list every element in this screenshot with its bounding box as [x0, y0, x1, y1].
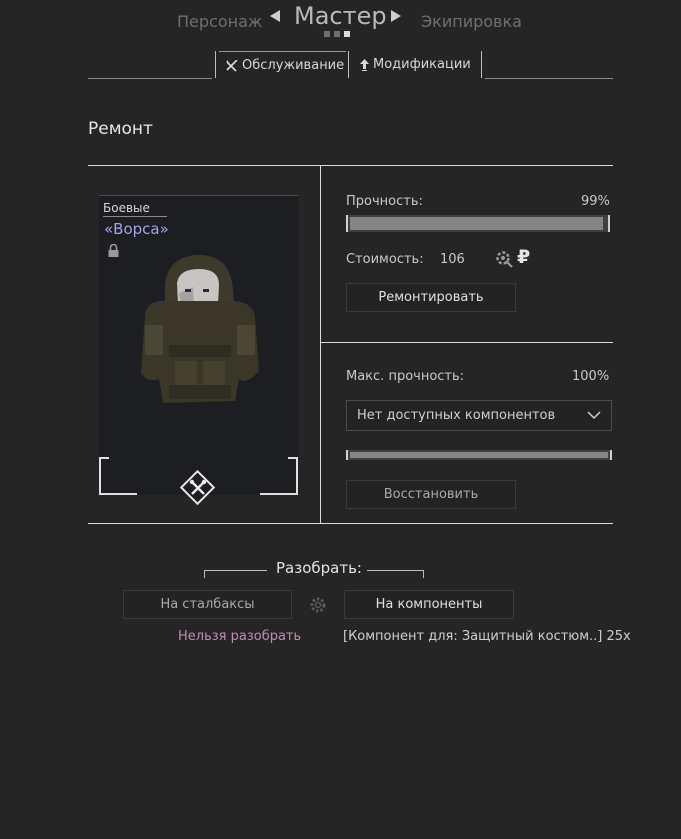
- stalbucks-button[interactable]: На сталбаксы: [123, 590, 292, 619]
- disassemble-line-left: [204, 570, 267, 571]
- repair-tools-icon: [189, 479, 207, 495]
- tab-separator: [481, 51, 482, 78]
- disassemble-tick: [423, 570, 424, 578]
- durability-bar: [346, 215, 610, 232]
- cost-label: Стоимость:: [346, 252, 424, 267]
- wrench-screwdriver-icon: [226, 59, 238, 72]
- component-select-value: Нет доступных компонентов: [357, 408, 556, 423]
- disassemble-line-right: [367, 570, 424, 571]
- item-name: «Ворса»: [104, 220, 169, 238]
- nav-current-title: Мастер: [294, 2, 387, 30]
- card-frame-notch: [101, 457, 109, 459]
- frame-top-line: [88, 165, 613, 166]
- component-info-text: [Компонент для: Защитный костюм..] 25х: [343, 629, 631, 644]
- chevron-down-icon: [587, 411, 601, 420]
- tab-separator: [215, 51, 216, 78]
- card-frame-notch: [288, 457, 296, 459]
- disassemble-title: Разобрать:: [276, 559, 362, 577]
- card-frame-bottom-left: [99, 493, 137, 495]
- armor-suit-image: [141, 254, 259, 403]
- tab-oblsluzhivanie[interactable]: Обслуживание: [219, 51, 346, 78]
- ruble-icon: ₽: [517, 246, 531, 268]
- card-frame-bottom-right: [260, 493, 298, 495]
- frame-middle-line: [321, 342, 613, 343]
- nav-prev-arrow-icon[interactable]: [270, 10, 280, 22]
- page-dot: [334, 31, 340, 37]
- tab-separator: [348, 51, 349, 78]
- nav-next-arrow-icon[interactable]: [391, 10, 401, 22]
- gear-repair-icon: [496, 251, 513, 268]
- card-top-border: [99, 195, 298, 196]
- frame-vertical-line: [320, 165, 321, 524]
- gear-icon: [310, 597, 326, 613]
- page-dot-active: [344, 31, 350, 37]
- tab-modifikacii[interactable]: Модификации: [352, 51, 478, 78]
- repair-button[interactable]: Ремонтировать: [346, 283, 516, 312]
- durability-bar-fill: [350, 217, 604, 230]
- page-dot: [324, 31, 330, 37]
- nav-personazh[interactable]: Персонаж: [177, 12, 262, 31]
- restore-button[interactable]: Восстановить: [346, 480, 516, 509]
- tab-divider-right: [485, 78, 613, 79]
- cost-value: 106: [440, 252, 465, 267]
- components-button[interactable]: На компоненты: [344, 590, 514, 619]
- durability-value: 99%: [581, 194, 610, 209]
- tab-divider-left: [88, 78, 212, 79]
- upgrade-arrow-icon: [360, 58, 369, 71]
- card-frame-left: [99, 457, 101, 495]
- max-durability-bar: [346, 450, 612, 460]
- max-durability-label: Макс. прочность:: [346, 369, 465, 384]
- section-title: Ремонт: [88, 119, 153, 139]
- max-durability-value: 100%: [572, 369, 610, 384]
- component-select[interactable]: Нет доступных компонентов: [346, 400, 612, 431]
- tab-label: Обслуживание: [242, 58, 345, 73]
- tab-label: Модификации: [373, 57, 471, 72]
- max-durability-bar-fill: [350, 452, 608, 458]
- category-underline: [103, 216, 167, 217]
- cannot-disassemble-text: Нельзя разобрать: [178, 629, 302, 644]
- nav-ekipirovka[interactable]: Экипировка: [421, 12, 522, 31]
- card-frame-right: [296, 457, 298, 495]
- item-category: Боевые: [103, 201, 150, 215]
- lock-icon: [108, 244, 119, 257]
- page-indicator: [324, 31, 350, 37]
- durability-label: Прочность:: [346, 194, 423, 209]
- disassemble-tick: [204, 570, 205, 578]
- frame-bottom-line: [88, 523, 613, 524]
- item-card[interactable]: Боевые «Ворса»: [99, 195, 298, 506]
